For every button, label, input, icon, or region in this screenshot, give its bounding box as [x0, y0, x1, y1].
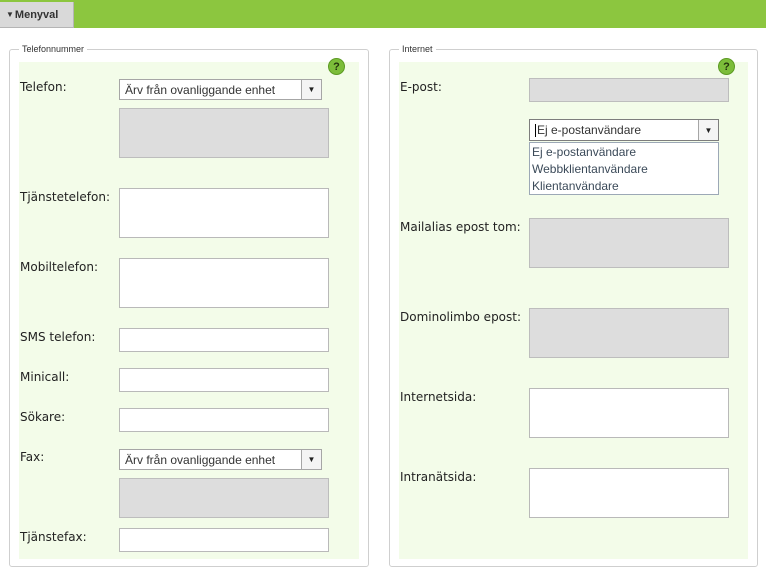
sokare-label: Sökare:	[20, 410, 66, 424]
tjanstefax-label: Tjänstefax:	[20, 530, 87, 544]
mailalias-field	[529, 218, 729, 268]
user-type-option[interactable]: Ej e-postanvändare	[530, 144, 718, 161]
user-type-option[interactable]: Webbklientanvändare	[530, 161, 718, 178]
user-type-option[interactable]: Klientanvändare	[530, 178, 718, 195]
menu-button[interactable]: ▼ Menyval	[0, 2, 74, 28]
phone-help-icon[interactable]: ?	[328, 58, 345, 75]
user-type-select[interactable]: Ej e-postanvändare ▼	[529, 119, 719, 141]
fax-inherited-field	[119, 478, 329, 518]
fax-select[interactable]: Ärv från ovanliggande enhet ▼	[119, 449, 322, 470]
minicall-field[interactable]	[119, 368, 329, 392]
intranatsida-label: Intranätsida:	[400, 470, 477, 484]
telefon-select[interactable]: Ärv från ovanliggande enhet ▼	[119, 79, 322, 100]
internetsida-label: Internetsida:	[400, 390, 477, 404]
dominolimbo-label: Dominolimbo epost:	[400, 310, 522, 324]
sokare-field[interactable]	[119, 408, 329, 432]
chevron-down-icon: ▼	[301, 80, 321, 99]
intranatsida-field[interactable]	[529, 468, 729, 518]
mobiltelefon-field[interactable]	[119, 258, 329, 308]
text-cursor	[535, 124, 536, 138]
internetsida-field[interactable]	[529, 388, 729, 438]
epost-field	[529, 78, 729, 102]
caret-down-icon: ▼	[6, 10, 14, 19]
tjanstefax-field[interactable]	[119, 528, 329, 552]
chevron-down-icon: ▼	[301, 450, 321, 469]
user-type-select-value-wrap: Ej e-postanvändare	[530, 122, 698, 138]
sms-telefon-field[interactable]	[119, 328, 329, 352]
menu-button-label: Menyval	[14, 8, 59, 21]
internet-help-icon[interactable]: ?	[718, 58, 735, 75]
telefon-select-value: Ärv från ovanliggande enhet	[125, 82, 276, 97]
tjanstetelefon-field[interactable]	[119, 188, 329, 238]
mailalias-label: Mailalias epost tom:	[400, 220, 521, 234]
telefon-inherited-field	[119, 108, 329, 158]
telefon-label: Telefon:	[20, 80, 67, 94]
top-bar: ▼ Menyval	[0, 0, 766, 28]
fax-label: Fax:	[20, 450, 45, 464]
user-type-select-value: Ej e-postanvändare	[537, 122, 642, 137]
internet-panel-legend: Internet	[402, 44, 433, 54]
tjanstetelefon-label: Tjänstetelefon:	[20, 190, 110, 204]
dominolimbo-field	[529, 308, 729, 358]
epost-label: E-post:	[400, 80, 442, 94]
fax-select-value: Ärv från ovanliggande enhet	[125, 452, 276, 467]
phone-panel-legend: Telefonnummer	[22, 44, 85, 54]
mobiltelefon-label: Mobiltelefon:	[20, 260, 98, 274]
chevron-down-icon: ▼	[698, 120, 718, 140]
minicall-label: Minicall:	[20, 370, 70, 384]
user-type-dropdown: Ej e-postanvändare Webbklientanvändare K…	[529, 142, 719, 195]
sms-telefon-label: SMS telefon:	[20, 330, 96, 344]
